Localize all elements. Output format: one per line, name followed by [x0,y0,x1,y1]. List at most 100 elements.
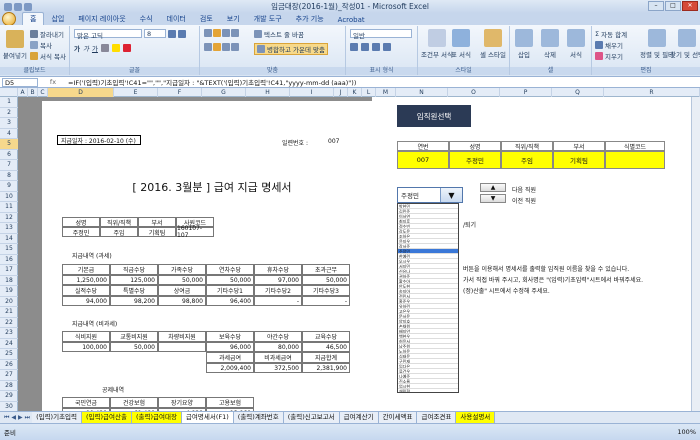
align-center-icon[interactable] [213,43,221,51]
row-header[interactable]: 11 [0,202,18,213]
nontax-header-cell[interactable]: 야간수당 [254,331,302,342]
info-header-cell[interactable]: 부서 [138,217,176,227]
next-sheet-icon[interactable]: ▶ [18,414,23,421]
italic-icon[interactable]: 가 [83,43,89,53]
summary-header-cell[interactable]: 비과세급여 [254,352,302,363]
sheet-tab[interactable]: 사용설명서 [456,412,496,423]
pay-header-cell[interactable]: 기본급 [62,264,110,275]
align-middle-icon[interactable] [213,29,221,37]
sheet-tab[interactable]: (출력)급여대장 [131,412,182,423]
pay-value-cell[interactable]: 94,000 [62,296,110,306]
column-header[interactable]: F [158,88,202,97]
department-cell[interactable]: 기획팀 [553,151,605,169]
row-header[interactable]: 10 [0,192,18,202]
pay-value-cell[interactable]: 98,200 [110,296,158,306]
align-top-icon[interactable] [204,29,212,37]
row-header[interactable]: 29 [0,391,18,402]
nontax-header-cell[interactable]: 교육수당 [302,331,350,342]
row-header[interactable]: 3 [0,118,18,129]
sheet-tab[interactable]: (입력)기초입력 [32,412,83,423]
sheet-tab[interactable]: (출력)신고보고서 [283,412,340,423]
autosum-button[interactable]: Σ 자동 합계 [595,29,627,39]
redo-icon[interactable] [24,2,32,11]
pay-value-cell[interactable]: - [254,296,302,306]
row-header[interactable]: 12 [0,213,18,223]
column-header[interactable]: D [48,88,114,97]
info-header-cell[interactable]: 성명 [62,217,100,227]
row-header[interactable]: 22 [0,318,18,328]
row-header[interactable]: 16 [0,255,18,265]
name-box[interactable]: D5 [2,77,38,87]
row-header[interactable]: 2 [0,108,18,118]
sort-filter-button[interactable]: 정렬 및 필터 [640,29,674,59]
column-header[interactable]: A [18,88,28,97]
nontax-value-cell[interactable]: 96,000 [206,342,254,352]
align-bottom-icon[interactable] [222,29,230,37]
row-header[interactable]: 15 [0,244,18,255]
row-header[interactable]: 21 [0,307,18,318]
info-header-cell[interactable]: 직위/직책 [100,217,138,227]
paste-button[interactable]: 붙여넣기 [3,30,27,60]
fill-button[interactable]: 채우기 [595,40,623,50]
save-icon[interactable] [4,2,12,11]
pay-header-cell[interactable]: 초과근무 [302,264,350,275]
column-header[interactable]: K [348,88,362,97]
row-header[interactable]: 7 [0,160,18,171]
percent-icon[interactable] [361,43,369,51]
deduction-header-cell[interactable]: 고용보험 [206,397,254,408]
pay-header-cell[interactable]: 실적수당 [62,285,110,296]
nontax-value-cell[interactable]: 100,000 [62,342,110,352]
column-header[interactable]: M [376,88,396,97]
row-header[interactable]: 4 [0,129,18,139]
row-header[interactable]: 28 [0,381,18,391]
listbox-item[interactable]: 채민혁 [398,389,458,392]
align-right-icon[interactable] [222,43,230,51]
employee-name-cell[interactable]: 주정민 [449,151,501,169]
employee-combo-box[interactable]: 주정민 ▼ [397,187,463,203]
pay-value-cell[interactable]: 96,400 [206,296,254,306]
nontax-value-cell[interactable]: 46,500 [302,342,350,352]
row-header[interactable]: 27 [0,370,18,381]
font-color-icon[interactable] [122,44,131,52]
row-header[interactable]: 23 [0,328,18,339]
row-header[interactable]: 18 [0,276,18,286]
row-header[interactable]: 24 [0,339,18,349]
summary-value-cell[interactable]: 2,381,900 [302,363,350,373]
shrink-font-icon[interactable] [178,29,186,38]
pay-header-cell[interactable]: 가족수당 [158,264,206,275]
column-header[interactable]: I [290,88,334,97]
wrap-text-button[interactable]: 텍스트 줄 바꿈 [254,29,304,39]
grow-font-icon[interactable] [168,29,176,38]
orientation-icon[interactable] [231,29,239,37]
worksheet[interactable]: 지급일자 : 2016-02-10 (수) 일련번호 : 007 [ 2016.… [18,97,700,411]
find-select-button[interactable]: 찾기 및 선택 [670,29,700,59]
clear-button[interactable]: 지우기 [595,51,623,61]
deduction-header-cell[interactable]: 건강보험 [110,397,158,408]
column-header[interactable]: J [334,88,348,97]
row-header[interactable]: 17 [0,265,18,276]
pay-date-cell[interactable]: 지급일자 : 2016-02-10 (수) [57,135,141,145]
maximize-button[interactable]: □ [665,1,681,11]
nontax-header-cell[interactable]: 보육수당 [206,331,254,342]
pay-header-cell[interactable]: 휴차수당 [254,264,302,275]
id-code-cell[interactable] [605,151,665,169]
tab-home[interactable]: 홈 [22,12,45,25]
tab-addins[interactable]: 추가 기능 [289,13,331,25]
column-header[interactable]: L [362,88,376,97]
nontax-header-cell[interactable]: 교통비지원 [110,331,158,342]
column-header[interactable]: O [448,88,500,97]
font-name-select[interactable]: 맑은 고딕 [74,29,142,40]
merge-center-button[interactable]: 병합하고 가운데 맞춤 [254,43,328,55]
indent-icon[interactable] [231,43,239,51]
row-header[interactable]: 8 [0,171,18,181]
column-header[interactable]: C [38,88,48,97]
pay-value-cell[interactable]: 50,000 [158,275,206,285]
pay-value-cell[interactable]: - [302,296,350,306]
summary-header-cell[interactable]: 지급합계 [302,352,350,363]
table-format-button[interactable]: 표 서식 [451,29,471,59]
pay-header-cell[interactable]: 특별수당 [110,285,158,296]
spin-up-button[interactable]: ▲ [480,183,506,192]
deduction-header-cell[interactable]: 국민연금 [62,397,110,408]
formula-input[interactable]: =IF('(입력)기초입력'!C41="","","지급일자 : "&TEXT(… [68,77,356,87]
column-header[interactable]: E [114,88,158,97]
